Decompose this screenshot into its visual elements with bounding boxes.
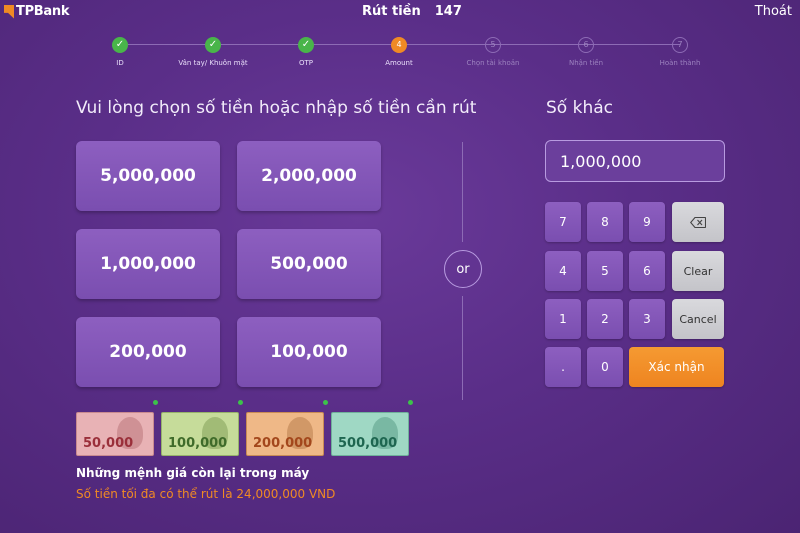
key-0[interactable]: 0 [587, 347, 623, 387]
banknote-value: 50,000 [83, 436, 134, 451]
max-withdraw-label: Số tiền tối đa có thể rút là 24,000,000 … [76, 487, 336, 501]
key-6[interactable]: 6 [629, 251, 665, 291]
check-icon: ✓ [205, 37, 221, 53]
exit-button[interactable]: Thoát [755, 4, 792, 19]
step-number: 4 [391, 37, 407, 53]
step-label: Hoàn thành [659, 59, 701, 67]
amount-button-2000000[interactable]: 2,000,000 [237, 141, 381, 211]
progress-stepper: ✓ ID ✓ Vân tay/ Khuôn mặt ✓ OTP 4 Amount… [0, 34, 800, 74]
title-text: Rút tiền [362, 4, 421, 19]
amount-button-100000[interactable]: 100,000 [237, 317, 381, 387]
top-bar: TPBank Rút tiền 147 Thoát [0, 0, 800, 26]
divider [462, 142, 463, 242]
step-number: 5 [485, 37, 501, 53]
key-1[interactable]: 1 [545, 299, 581, 339]
amount-button-5000000[interactable]: 5,000,000 [76, 141, 220, 211]
amount-button-200000[interactable]: 200,000 [76, 317, 220, 387]
banknote-value: 100,000 [168, 436, 228, 451]
or-separator: or [444, 250, 482, 288]
key-2[interactable]: 2 [587, 299, 623, 339]
step-number: 7 [672, 37, 688, 53]
amount-input[interactable] [545, 140, 725, 182]
confirm-button[interactable]: Xác nhận [629, 347, 724, 387]
step-complete: 7 Hoàn thành [620, 34, 740, 67]
divider [462, 296, 463, 400]
banknote-200000: 200,000 [246, 400, 328, 458]
key-5[interactable]: 5 [587, 251, 623, 291]
step-number: 6 [578, 37, 594, 53]
backspace-icon [690, 216, 706, 228]
check-icon: ✓ [112, 37, 128, 53]
cancel-button[interactable]: Cancel [672, 299, 724, 339]
check-icon: ✓ [298, 37, 314, 53]
banknote-100000: 100,000 [161, 400, 243, 458]
transaction-number: 147 [434, 4, 462, 19]
available-indicator [408, 400, 413, 405]
banknote-image: 200,000 [246, 412, 324, 456]
banknote-image: 100,000 [161, 412, 239, 456]
amount-prompt: Vui lòng chọn số tiền hoặc nhập số tiền … [76, 98, 477, 118]
banknote-50000: 50,000 [76, 400, 158, 458]
banknote-image: 50,000 [76, 412, 154, 456]
available-indicator [153, 400, 158, 405]
amount-button-1000000[interactable]: 1,000,000 [76, 229, 220, 299]
logo-mark-icon [4, 4, 14, 19]
logo-text: TPBank [16, 4, 70, 19]
banknote-value: 500,000 [338, 436, 398, 451]
tpbank-logo: TPBank [4, 4, 69, 19]
page-title: Rút tiền 147 [362, 4, 462, 19]
banknote-image: 500,000 [331, 412, 409, 456]
key-8[interactable]: 8 [587, 202, 623, 242]
key-9[interactable]: 9 [629, 202, 665, 242]
key-4[interactable]: 4 [545, 251, 581, 291]
amount-button-500000[interactable]: 500,000 [237, 229, 381, 299]
available-indicator [238, 400, 243, 405]
banknote-value: 200,000 [253, 436, 313, 451]
remaining-notes-label: Những mệnh giá còn lại trong máy [76, 466, 310, 480]
available-indicator [323, 400, 328, 405]
clear-button[interactable]: Clear [672, 251, 724, 291]
key-dot[interactable]: . [545, 347, 581, 387]
backspace-button[interactable] [672, 202, 724, 242]
key-7[interactable]: 7 [545, 202, 581, 242]
banknote-500000: 500,000 [331, 400, 413, 458]
other-amount-label: Số khác [546, 98, 613, 118]
key-3[interactable]: 3 [629, 299, 665, 339]
